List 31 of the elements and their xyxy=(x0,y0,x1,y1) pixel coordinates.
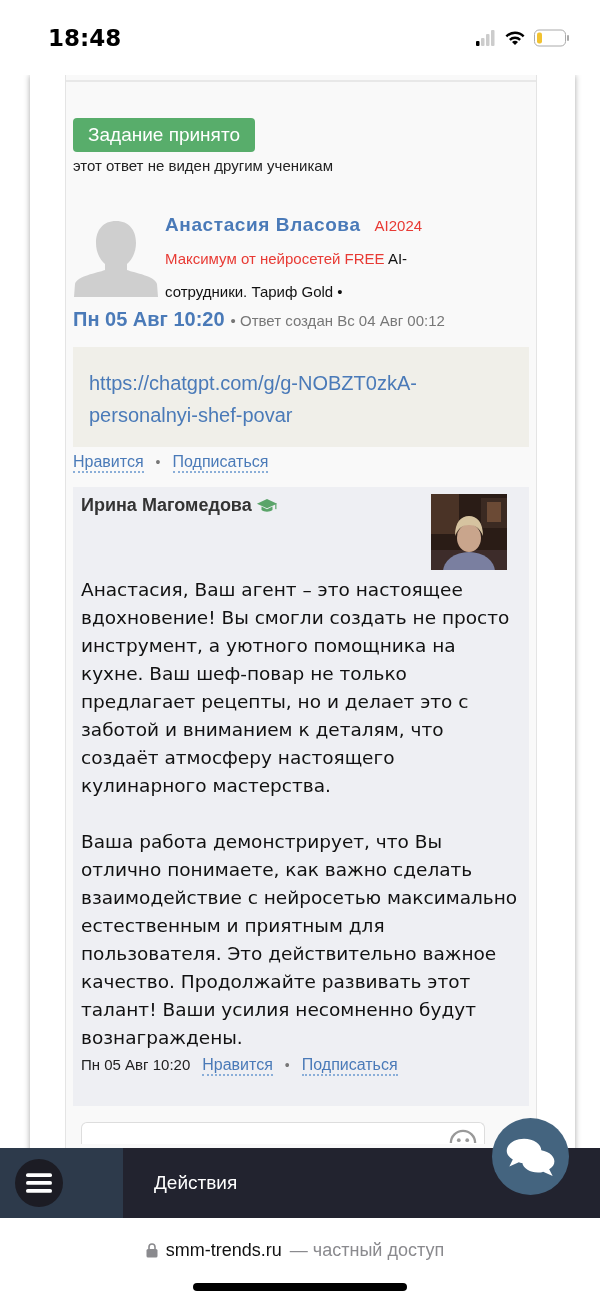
battery-icon xyxy=(534,28,570,47)
actions-label[interactable]: Действия xyxy=(154,1172,238,1194)
author-group-text: Максимум от нейросетей FREE AI-сотрудники. Тариф Gold • xyxy=(165,249,409,302)
separator-dot: • xyxy=(155,454,161,470)
commenter-name[interactable]: Ирина Магомедова xyxy=(81,495,252,516)
like-link[interactable]: Нравится xyxy=(202,1056,273,1076)
site-domain[interactable]: smm-trends.ru xyxy=(165,1240,282,1261)
answer-link[interactable]: https://chatgpt.com/g/g-NOBZT0zkA-personalnyi-shef-povar xyxy=(89,367,513,431)
comment-text: Анастасия, Ваш агент – это настоящее вдохновение! Вы смогли создать не просто инструмент, а уютного помощника на кухне. Ваш шеф-повар не только предлагает рецепты, но и делает это с заботой и вниманием к деталям, что создаёт атмосферу настоящего кулинарного мастерства. xyxy=(81,578,511,798)
menu-icon xyxy=(26,1172,52,1194)
answer-created-date: • Ответ создан Вс 04 Авг 00:12 xyxy=(230,312,445,329)
private-access-note: — частный доступ xyxy=(289,1240,445,1261)
separator-dot: • xyxy=(284,1057,290,1073)
smiley-icon[interactable] xyxy=(449,1129,477,1143)
signal-icon xyxy=(476,29,496,46)
status-time: 18:48 xyxy=(48,24,122,51)
menu-button[interactable] xyxy=(15,1159,63,1207)
subscribe-link[interactable]: Подписаться xyxy=(172,453,269,473)
comment-date: Пн 05 Авг 10:20 xyxy=(81,1056,191,1073)
comment-text: Ваша работа демонстрирует, что Вы отлично понимаете, как важно сделать взаимодействие с нейросетью максимально естественным и приятным для пользователя. Это действительно важное качество. Продолжайте развивать этот талант! Ваши усилия несомненно будут вознаграждены. xyxy=(81,830,519,1050)
visibility-note: этот ответ не виден другим ученикам xyxy=(73,157,334,174)
task-accepted-button[interactable]: Задание принято xyxy=(73,118,255,152)
graduation-cap-icon xyxy=(255,498,278,513)
subscribe-link[interactable]: Подписаться xyxy=(301,1056,398,1076)
comment-input-field[interactable] xyxy=(81,1122,485,1144)
lock-icon xyxy=(145,1243,158,1258)
answer-date: Пн 05 Авг 10:20 xyxy=(73,308,225,331)
wifi-icon xyxy=(504,29,526,46)
author-name[interactable]: Анастасия Власова xyxy=(165,214,361,236)
like-link[interactable]: Нравится xyxy=(73,453,144,473)
author-tag: AI2024 xyxy=(374,217,423,234)
